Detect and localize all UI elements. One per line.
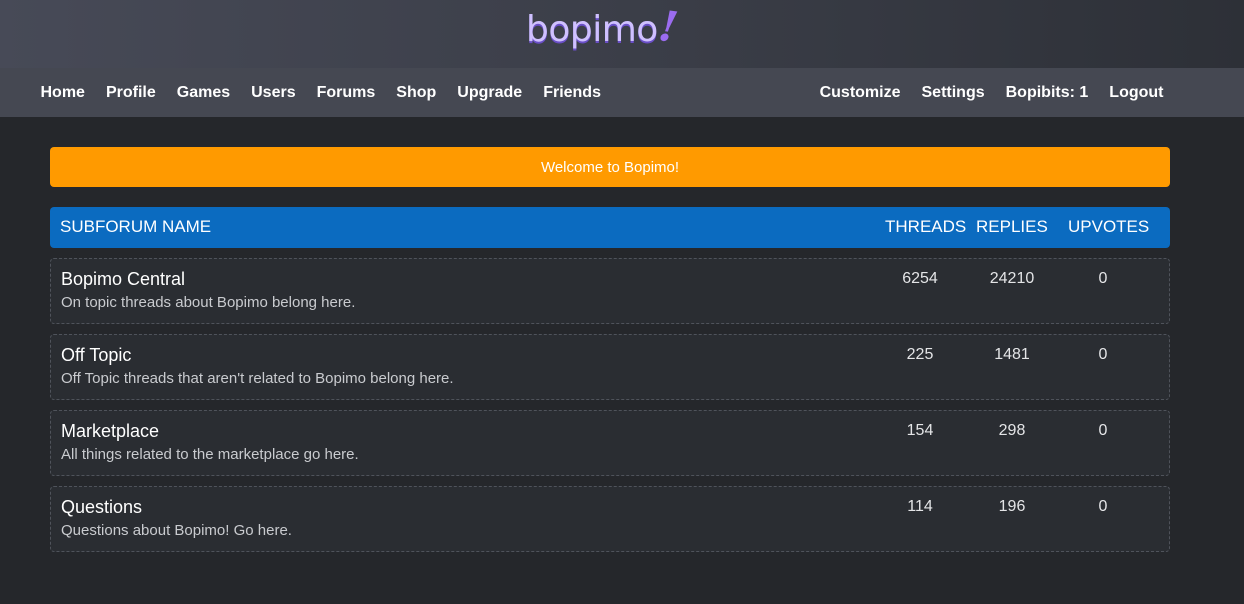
welcome-banner: Welcome to Bopimo!: [50, 147, 1170, 187]
nav-profile-link[interactable]: Profile: [95, 84, 166, 102]
logo-text: bopimo: [526, 9, 658, 50]
bopimo-logo[interactable]: bopimo !: [526, 1, 681, 52]
header-replies: REPLIES: [976, 217, 1048, 236]
subforum-row[interactable]: Questions Questions about Bopimo! Go her…: [50, 486, 1170, 552]
upvote-count: 0: [1098, 270, 1108, 287]
nav-left-group: Home Profile Games Users Forums Shop Upg…: [30, 68, 611, 117]
nav-customize-link[interactable]: Customize: [809, 84, 911, 102]
nav-home-link[interactable]: Home: [30, 84, 95, 102]
thread-count: 6254: [902, 270, 938, 287]
header-subforum-name: SUBFORUM NAME: [60, 217, 212, 236]
main-navbar: Home Profile Games Users Forums Shop Upg…: [0, 68, 1244, 117]
subforum-table-header: SUBFORUM NAME THREADS REPLIES UPVOTES: [50, 207, 1170, 248]
logo-exclamation-mark: !: [655, 0, 681, 53]
subforum-description: Off Topic threads that aren't related to…: [61, 370, 454, 387]
header-threads: THREADS: [885, 217, 967, 236]
nav-right-group: Customize Settings Bopibits: 1 Logout: [809, 68, 1174, 117]
upvote-count: 0: [1098, 346, 1108, 363]
reply-count: 24210: [989, 270, 1035, 287]
nav-users-link[interactable]: Users: [241, 84, 306, 102]
subforum-description: On topic threads about Bopimo belong her…: [61, 294, 356, 311]
subforum-title[interactable]: Marketplace: [61, 421, 159, 442]
thread-count: 225: [906, 346, 934, 363]
thread-count: 154: [906, 422, 934, 439]
nav-upgrade-link[interactable]: Upgrade: [447, 84, 533, 102]
nav-logout-link[interactable]: Logout: [1099, 84, 1174, 102]
subforum-row[interactable]: Bopimo Central On topic threads about Bo…: [50, 258, 1170, 324]
nav-shop-link[interactable]: Shop: [386, 84, 447, 102]
subforum-row[interactable]: Off Topic Off Topic threads that aren't …: [50, 334, 1170, 400]
subforum-title[interactable]: Questions: [61, 497, 142, 518]
nav-friends-link[interactable]: Friends: [533, 84, 612, 102]
top-bar: bopimo !: [0, 0, 1244, 68]
thread-count: 114: [907, 498, 933, 515]
header-upvotes: UPVOTES: [1068, 217, 1150, 236]
subforum-description: Questions about Bopimo! Go here.: [61, 522, 292, 539]
reply-count: 298: [998, 422, 1026, 439]
nav-settings-link[interactable]: Settings: [911, 84, 995, 102]
upvote-count: 0: [1098, 422, 1108, 439]
subforum-row[interactable]: Marketplace All things related to the ma…: [50, 410, 1170, 476]
subforum-title[interactable]: Off Topic: [61, 345, 131, 366]
welcome-banner-text: Welcome to Bopimo!: [540, 158, 680, 176]
nav-bopibits-counter[interactable]: Bopibits: 1: [995, 84, 1099, 102]
nav-games-link[interactable]: Games: [166, 84, 240, 102]
upvote-count: 0: [1098, 498, 1108, 515]
nav-forums-link[interactable]: Forums: [306, 84, 386, 102]
subforum-title[interactable]: Bopimo Central: [61, 269, 185, 290]
reply-count: 1481: [994, 346, 1030, 363]
subforum-description: All things related to the marketplace go…: [61, 446, 359, 463]
reply-count: 196: [998, 498, 1026, 515]
